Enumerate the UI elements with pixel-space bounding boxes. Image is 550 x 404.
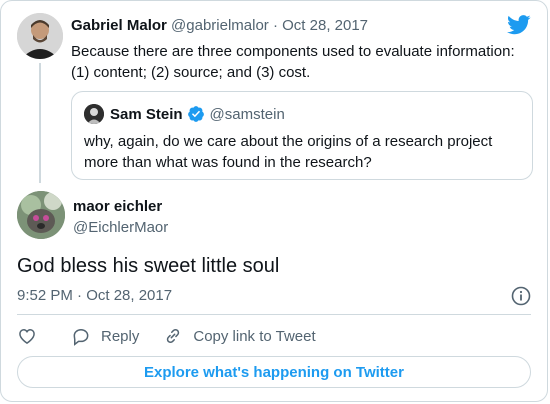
heart-icon	[19, 328, 35, 344]
thread-connector-line	[39, 63, 41, 183]
reply-author-name[interactable]: Gabriel Malor	[71, 17, 167, 34]
quoted-author-avatar	[84, 104, 104, 124]
twitter-bird-icon[interactable]	[507, 15, 531, 35]
quoted-author-handle: @samstein	[209, 105, 285, 123]
info-icon[interactable]	[511, 286, 531, 306]
reply-author-avatar[interactable]	[17, 13, 63, 59]
copy-link-button[interactable]: Copy link to Tweet	[163, 326, 316, 346]
action-divider	[17, 314, 531, 315]
reply-button[interactable]: Reply	[71, 326, 139, 346]
reply-label: Reply	[101, 327, 140, 345]
reply-tweet-header: Gabriel Malor @gabrielmalor · Oct 28, 20…	[71, 17, 368, 34]
quoted-tweet[interactable]: Sam Stein @samstein why, again, do we ca…	[71, 91, 533, 180]
tweet-actions: Reply Copy link to Tweet	[17, 325, 340, 347]
main-author-name[interactable]: maor eichler	[73, 198, 162, 215]
explore-twitter-button[interactable]: Explore what's happening on Twitter	[17, 356, 531, 388]
quoted-author-name: Sam Stein	[110, 105, 183, 123]
main-author-handle[interactable]: @EichlerMaor	[73, 219, 168, 236]
reply-tweet-text: Because there are three components used …	[71, 43, 515, 81]
main-author-avatar[interactable]	[17, 191, 65, 239]
copy-link-label: Copy link to Tweet	[193, 327, 316, 345]
main-tweet-text: God bless his sweet little soul	[17, 255, 280, 277]
embedded-tweet-card: Gabriel Malor @gabrielmalor · Oct 28, 20…	[0, 0, 548, 402]
like-button[interactable]	[17, 326, 47, 346]
quoted-tweet-text: why, again, do we care about the origins…	[84, 133, 493, 171]
quoted-tweet-header: Sam Stein @samstein	[110, 105, 285, 123]
verified-badge-icon	[187, 106, 204, 122]
reply-author-handle[interactable]: @gabrielmalor	[171, 17, 269, 34]
reply-bubble-icon	[73, 328, 89, 346]
link-icon	[167, 328, 180, 344]
reply-tweet-date[interactable]: · Oct 28, 2017	[273, 17, 368, 34]
tweet-timestamp[interactable]: 9:52 PM · Oct 28, 2017	[17, 287, 172, 304]
